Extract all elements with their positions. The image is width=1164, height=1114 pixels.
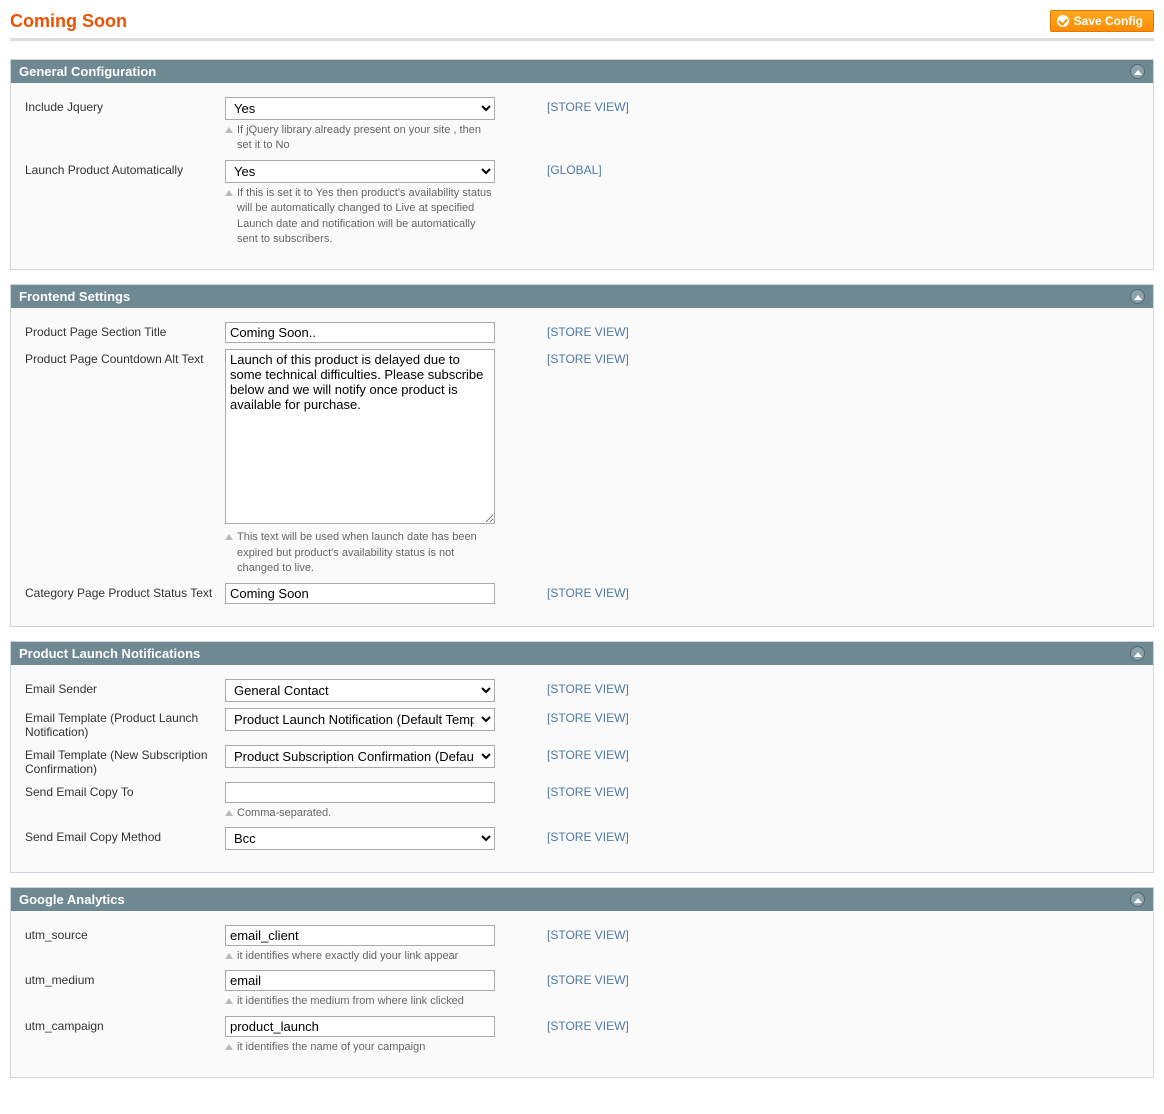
select-email-sender[interactable]: General Contact — [225, 679, 495, 702]
row-category-status: Category Page Product Status Text [STORE… — [25, 583, 1139, 604]
scope-include-jquery: [STORE VIEW] — [547, 97, 629, 114]
label-countdown-alt: Product Page Countdown Alt Text — [25, 349, 225, 366]
hint-arrow-icon — [225, 190, 233, 196]
hint-arrow-icon — [225, 998, 233, 1004]
scope-email-sender: [STORE VIEW] — [547, 679, 629, 696]
label-copy-method: Send Email Copy Method — [25, 827, 225, 844]
scope-template-subscription: [STORE VIEW] — [547, 745, 629, 762]
hint-countdown-alt: This text will be used when launch date … — [225, 530, 495, 576]
hint-arrow-icon — [225, 534, 233, 540]
scope-utm-source: [STORE VIEW] — [547, 925, 629, 942]
section-body-ga: utm_source it identifies where exactly d… — [11, 911, 1153, 1077]
section-header-frontend[interactable]: Frontend Settings — [11, 285, 1153, 308]
label-copy-to: Send Email Copy To — [25, 782, 225, 799]
input-utm-campaign[interactable] — [225, 1016, 495, 1037]
hint-utm-campaign: it identifies the name of your campaign — [225, 1040, 495, 1055]
hint-include-jquery: If jQuery library already present on you… — [225, 123, 495, 154]
page-title: Coming Soon — [10, 11, 127, 32]
row-template-subscription: Email Template (New Subscription Confirm… — [25, 745, 1139, 776]
collapse-icon[interactable] — [1130, 646, 1145, 661]
section-title: Google Analytics — [19, 892, 125, 907]
row-email-sender: Email Sender General Contact [STORE VIEW… — [25, 679, 1139, 702]
scope-launch-auto: [GLOBAL] — [547, 160, 602, 177]
row-utm-source: utm_source it identifies where exactly d… — [25, 925, 1139, 964]
hint-arrow-icon — [225, 127, 233, 133]
label-category-status: Category Page Product Status Text — [25, 583, 225, 600]
row-utm-medium: utm_medium it identifies the medium from… — [25, 970, 1139, 1009]
select-include-jquery[interactable]: Yes — [225, 97, 495, 120]
select-copy-method[interactable]: Bcc — [225, 827, 495, 850]
hint-launch-auto: If this is set it to Yes then product's … — [225, 186, 495, 248]
scope-countdown-alt: [STORE VIEW] — [547, 349, 629, 366]
row-utm-campaign: utm_campaign it identifies the name of y… — [25, 1016, 1139, 1055]
input-utm-source[interactable] — [225, 925, 495, 946]
section-general-configuration: General Configuration Include Jquery Yes… — [10, 59, 1154, 270]
collapse-icon[interactable] — [1130, 892, 1145, 907]
section-product-launch-notifications: Product Launch Notifications Email Sende… — [10, 641, 1154, 873]
hint-arrow-icon — [225, 953, 233, 959]
row-include-jquery: Include Jquery Yes If jQuery library alr… — [25, 97, 1139, 154]
select-launch-auto[interactable]: Yes — [225, 160, 495, 183]
section-title: General Configuration — [19, 64, 156, 79]
input-utm-medium[interactable] — [225, 970, 495, 991]
row-template-launch: Email Template (Product Launch Notificat… — [25, 708, 1139, 739]
section-header-ga[interactable]: Google Analytics — [11, 888, 1153, 911]
save-config-button[interactable]: Save Config — [1050, 10, 1154, 32]
row-section-title: Product Page Section Title [STORE VIEW] — [25, 322, 1139, 343]
section-title: Frontend Settings — [19, 289, 130, 304]
scope-copy-to: [STORE VIEW] — [547, 782, 629, 799]
section-header-general[interactable]: General Configuration — [11, 60, 1153, 83]
section-header-notifications[interactable]: Product Launch Notifications — [11, 642, 1153, 665]
section-body-frontend: Product Page Section Title [STORE VIEW] … — [11, 308, 1153, 625]
scope-category-status: [STORE VIEW] — [547, 583, 629, 600]
select-template-launch[interactable]: Product Launch Notification (Default Tem… — [225, 708, 495, 731]
input-copy-to[interactable] — [225, 782, 495, 803]
label-launch-auto: Launch Product Automatically — [25, 160, 225, 177]
check-icon — [1057, 15, 1069, 27]
select-template-subscription[interactable]: Product Subscription Confirmation (Defau… — [225, 745, 495, 768]
row-copy-to: Send Email Copy To Comma-separated. [STO… — [25, 782, 1139, 821]
scope-template-launch: [STORE VIEW] — [547, 708, 629, 725]
scope-section-title: [STORE VIEW] — [547, 322, 629, 339]
section-title: Product Launch Notifications — [19, 646, 200, 661]
input-category-status[interactable] — [225, 583, 495, 604]
section-frontend-settings: Frontend Settings Product Page Section T… — [10, 284, 1154, 626]
hint-utm-medium: it identifies the medium from where link… — [225, 994, 495, 1009]
scope-utm-campaign: [STORE VIEW] — [547, 1016, 629, 1033]
section-body-notifications: Email Sender General Contact [STORE VIEW… — [11, 665, 1153, 872]
collapse-icon[interactable] — [1130, 64, 1145, 79]
row-copy-method: Send Email Copy Method Bcc [STORE VIEW] — [25, 827, 1139, 850]
label-utm-source: utm_source — [25, 925, 225, 942]
textarea-countdown-alt[interactable] — [225, 349, 495, 524]
save-config-label: Save Config — [1074, 14, 1143, 28]
label-utm-medium: utm_medium — [25, 970, 225, 987]
hint-arrow-icon — [225, 1044, 233, 1050]
hint-copy-to: Comma-separated. — [225, 806, 495, 821]
collapse-icon[interactable] — [1130, 289, 1145, 304]
label-section-title: Product Page Section Title — [25, 322, 225, 339]
label-template-subscription: Email Template (New Subscription Confirm… — [25, 745, 225, 776]
scope-utm-medium: [STORE VIEW] — [547, 970, 629, 987]
page-header: Coming Soon Save Config — [10, 10, 1154, 41]
section-body-general: Include Jquery Yes If jQuery library alr… — [11, 83, 1153, 269]
section-google-analytics: Google Analytics utm_source it identifie… — [10, 887, 1154, 1078]
label-include-jquery: Include Jquery — [25, 97, 225, 114]
label-template-launch: Email Template (Product Launch Notificat… — [25, 708, 225, 739]
input-section-title[interactable] — [225, 322, 495, 343]
hint-arrow-icon — [225, 810, 233, 816]
label-email-sender: Email Sender — [25, 679, 225, 696]
row-launch-auto: Launch Product Automatically Yes If this… — [25, 160, 1139, 248]
row-countdown-alt: Product Page Countdown Alt Text This tex… — [25, 349, 1139, 576]
scope-copy-method: [STORE VIEW] — [547, 827, 629, 844]
hint-utm-source: it identifies where exactly did your lin… — [225, 949, 495, 964]
label-utm-campaign: utm_campaign — [25, 1016, 225, 1033]
